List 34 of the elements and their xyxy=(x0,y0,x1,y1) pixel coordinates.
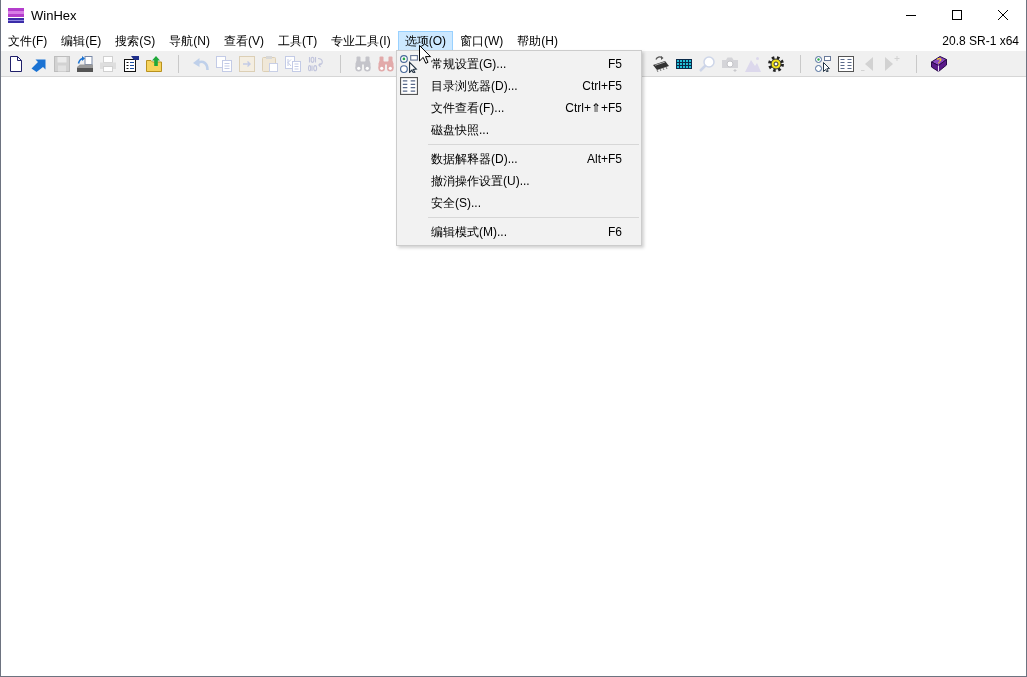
list-panel-icon xyxy=(400,77,418,95)
menu-bar-item[interactable]: 文件(F) xyxy=(1,30,55,51)
minimize-icon[interactable] xyxy=(906,14,916,16)
menu-bar-item[interactable]: 专业工具(I) xyxy=(324,30,398,51)
menu-bar-item[interactable]: 帮助(H) xyxy=(510,30,565,51)
dropdown-menu-item[interactable]: 撤消操作设置(U)... xyxy=(397,170,641,192)
menu-bar-item[interactable]: 工具(T) xyxy=(271,30,325,51)
drive-icon[interactable] xyxy=(77,55,93,72)
folder-arrow-icon[interactable] xyxy=(146,55,162,72)
version-label: 20.8 SR-1 x64 xyxy=(942,34,1019,47)
menu-bar-item[interactable]: 窗口(W) xyxy=(453,30,511,51)
checklist-icon[interactable] xyxy=(123,55,139,72)
close-icon[interactable] xyxy=(998,10,1008,20)
menu-bar-item[interactable]: 选项(O) xyxy=(397,30,453,51)
dropdown-menu-item[interactable]: 目录浏览器(D)... Ctrl+F5 xyxy=(397,75,641,97)
dropdown-menu-item[interactable]: 磁盘快照... xyxy=(397,119,641,141)
window-title: WinHex xyxy=(31,8,77,22)
memory-chip-icon[interactable] xyxy=(653,55,669,72)
menu-bar-item[interactable]: 导航(N) xyxy=(162,30,217,51)
list-panel-icon[interactable] xyxy=(838,55,854,72)
dropdown-menu-item[interactable]: 文件查看(F)... Ctrl+⇑+F5 xyxy=(397,97,641,119)
menu-bar-item[interactable]: 查看(V) xyxy=(217,30,271,51)
dropdown-menu-item[interactable]: 数据解释器(D)... Alt+F5 xyxy=(397,148,641,170)
gear-icon[interactable] xyxy=(768,55,784,72)
menu-bar-item[interactable]: 编辑(E) xyxy=(54,30,109,51)
maximize-icon[interactable] xyxy=(952,10,962,20)
menu-bar-item[interactable]: 搜索(S) xyxy=(108,30,163,51)
app-logo-icon xyxy=(8,7,24,23)
new-page-icon[interactable] xyxy=(8,55,24,72)
circles-pointer-icon xyxy=(400,55,418,73)
help-icon[interactable] xyxy=(931,55,947,72)
dropdown-menu-item[interactable]: 编辑模式(M)... F6 xyxy=(397,221,641,243)
circles-pointer-icon[interactable] xyxy=(815,55,831,72)
dropdown-menu-item[interactable]: 安全(S)... xyxy=(397,192,641,214)
